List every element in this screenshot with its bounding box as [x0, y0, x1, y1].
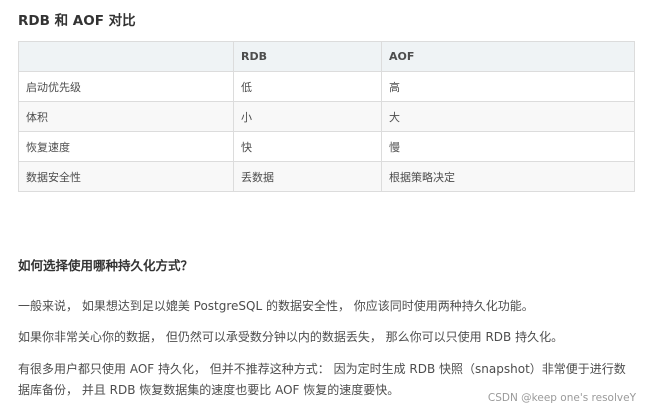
table-cell: 丢数据: [233, 161, 382, 192]
comparison-table: RDB AOF 启动优先级 低 高 体积 小 大 恢复速度 快 慢 数据安全性: [18, 41, 635, 192]
table-cell: 启动优先级: [18, 71, 234, 102]
table-cell: 高: [381, 71, 635, 102]
table-cell: 快: [233, 131, 382, 162]
table-cell: 根据策略决定: [381, 161, 635, 192]
table-header-cell: AOF: [381, 41, 635, 72]
table-row: 恢复速度 快 慢: [18, 131, 635, 162]
table-cell: 慢: [381, 131, 635, 162]
paragraph: 一般来说， 如果想达到足以媲美 PostgreSQL 的数据安全性， 你应该同时…: [18, 299, 534, 313]
table-row: 体积 小 大: [18, 101, 635, 132]
table-cell: 低: [233, 71, 382, 102]
table-header-cell: RDB: [233, 41, 382, 72]
table-cell: 大: [381, 101, 635, 132]
paragraph: 如果你非常关心你的数据， 但仍然可以承受数分钟以内的数据丢失， 那么你可以只使用…: [18, 330, 564, 344]
table-cell: 小: [233, 101, 382, 132]
table-row: 数据安全性 丢数据 根据策略决定: [18, 161, 635, 192]
subsection-title: 如何选择使用哪种持久化方式？: [18, 258, 194, 273]
table-row: 启动优先级 低 高: [18, 71, 635, 102]
section-title: RDB 和 AOF 对比: [18, 13, 136, 29]
table-header-cell: [18, 41, 234, 72]
article-page: RDB 和 AOF 对比 RDB AOF 启动优先级 低 高 体积 小 大 恢复…: [0, 0, 652, 415]
table-header-row: RDB AOF: [18, 41, 635, 72]
csdn-watermark: CSDN @keep one's resolveY: [487, 392, 636, 404]
table-cell: 数据安全性: [18, 161, 234, 192]
table-cell: 恢复速度: [18, 131, 234, 162]
table-cell: 体积: [18, 101, 234, 132]
